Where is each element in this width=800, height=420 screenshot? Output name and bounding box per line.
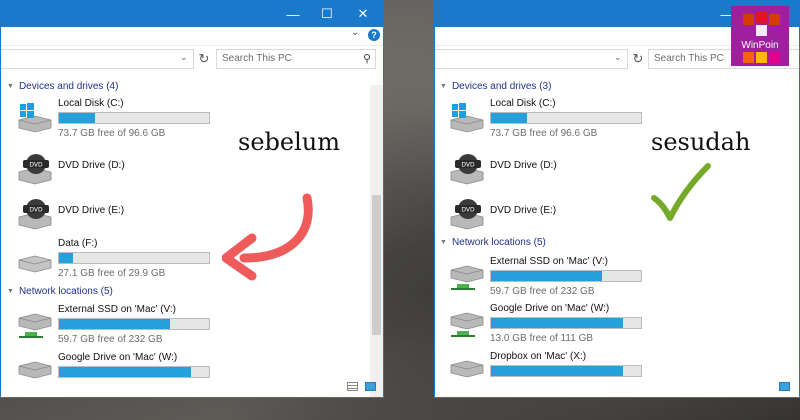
network-item-w[interactable]: Google Drive on 'Mac' (W:) 13.0 GB free …: [449, 303, 649, 347]
hard-drive-icon: [18, 255, 52, 273]
usage-bar: [58, 366, 210, 378]
section-network-locations[interactable]: ▼ Network locations (5): [7, 286, 367, 297]
chevron-down-icon: ▼: [7, 288, 14, 295]
windows-drive-icon: [18, 103, 52, 133]
section-title: Network locations (5): [451, 237, 546, 248]
network-item-w[interactable]: Google Drive on 'Mac' (W:): [17, 352, 217, 396]
drive-item-e[interactable]: DVD DVD Drive (E:): [17, 195, 217, 239]
large-icons-view-icon[interactable]: [779, 382, 790, 391]
network-drive-icon: [18, 313, 52, 338]
drive-item-c[interactable]: Local Disk (C:) 73.7 GB free of 96.6 GB: [449, 98, 649, 142]
usage-bar: [490, 365, 642, 377]
windows-drive-icon: [450, 103, 484, 133]
drive-name: Local Disk (C:): [490, 98, 556, 109]
dvd-drive-icon: DVD: [450, 154, 484, 185]
drive-item-f[interactable]: Data (F:) 27.1 GB free of 29.9 GB: [17, 238, 217, 282]
details-view-icon[interactable]: [347, 382, 358, 391]
search-placeholder: Search This PC: [222, 53, 292, 64]
usage-bar: [490, 112, 642, 124]
section-title: Network locations (5): [18, 286, 113, 297]
drive-name: DVD Drive (E:): [58, 205, 125, 216]
logo-text: WinPoin: [741, 40, 779, 51]
section-title: Devices and drives (4): [18, 81, 119, 92]
annotation-before-label: sebelum: [238, 128, 340, 156]
free-space: 13.0 GB free of 111 GB: [490, 333, 594, 344]
search-icon: ⚲: [362, 53, 371, 65]
search-input[interactable]: Search This PC ⚲: [216, 49, 376, 69]
winpoin-logo: WinPoin: [731, 6, 789, 66]
drive-item-d[interactable]: DVD DVD Drive (D:): [17, 150, 217, 194]
search-placeholder: Search This PC: [654, 53, 724, 64]
title-bar[interactable]: — ☐ ✕: [1, 1, 383, 27]
section-title: Devices and drives (3): [451, 81, 552, 92]
scrollbar-thumb[interactable]: [372, 195, 381, 335]
network-item-v[interactable]: External SSD on 'Mac' (V:) 59.7 GB free …: [449, 256, 649, 300]
refresh-icon[interactable]: ↻: [195, 49, 213, 69]
svg-text:DVD: DVD: [461, 207, 475, 214]
drive-name: Data (F:): [58, 238, 98, 249]
dvd-drive-icon: DVD: [18, 154, 52, 185]
drive-name: Google Drive on 'Mac' (W:): [490, 303, 610, 314]
drive-name: DVD Drive (D:): [58, 160, 125, 171]
svg-text:DVD: DVD: [461, 162, 475, 169]
drive-item-d[interactable]: DVD DVD Drive (D:): [449, 150, 649, 194]
section-devices-and-drives[interactable]: ▼ Devices and drives (3): [440, 81, 795, 92]
address-dropdown-icon[interactable]: ⌄: [180, 52, 188, 63]
free-space: 73.7 GB free of 96.6 GB: [490, 128, 598, 139]
minimize-button[interactable]: —: [276, 1, 310, 27]
network-item-v[interactable]: External SSD on 'Mac' (V:) 59.7 GB free …: [17, 304, 217, 348]
red-arrow-icon: [222, 193, 313, 281]
network-drive-icon: [450, 312, 484, 337]
address-bar[interactable]: ⌄: [1, 49, 194, 69]
drive-name: Local Disk (C:): [58, 98, 124, 109]
explorer-window-before: — ☐ ✕ ⌄ ? ⌄ ↻ Search This PC ⚲ ▼ Devices…: [0, 0, 384, 398]
section-network-locations[interactable]: ▼ Network locations (5): [440, 237, 795, 248]
section-devices-and-drives[interactable]: ▼ Devices and drives (4): [7, 81, 367, 92]
drive-item-e[interactable]: DVD DVD Drive (E:): [449, 195, 649, 239]
free-space: 27.1 GB free of 29.9 GB: [58, 268, 166, 279]
dvd-drive-icon: DVD: [18, 199, 52, 230]
drive-name: External SSD on 'Mac' (V:): [490, 256, 608, 267]
usage-bar: [490, 317, 642, 329]
network-drive-icon: [450, 265, 484, 290]
drive-name: Google Drive on 'Mac' (W:): [58, 352, 178, 363]
usage-bar: [490, 270, 642, 282]
drive-name: External SSD on 'Mac' (V:): [58, 304, 176, 315]
network-drive-icon: [450, 360, 484, 378]
annotation-after-label: sesudah: [651, 128, 751, 156]
chevron-down-icon: ▼: [7, 83, 14, 90]
network-item-x[interactable]: Dropbox on 'Mac' (X:): [449, 351, 649, 395]
usage-bar: [58, 318, 210, 330]
free-space: 59.7 GB free of 232 GB: [58, 334, 163, 345]
free-space: 59.7 GB free of 232 GB: [490, 286, 595, 297]
usage-bar: [58, 252, 210, 264]
address-dropdown-icon[interactable]: ⌄: [614, 52, 622, 63]
drive-name: DVD Drive (D:): [490, 160, 557, 171]
ribbon-expand-icon[interactable]: ⌄: [351, 27, 359, 38]
svg-text:DVD: DVD: [29, 207, 43, 214]
green-checkmark-icon: [651, 163, 711, 221]
network-drive-icon: [18, 361, 52, 379]
maximize-button[interactable]: ☐: [310, 1, 344, 27]
close-button[interactable]: ✕: [346, 1, 380, 27]
free-space: 73.7 GB free of 96.6 GB: [58, 128, 166, 139]
help-icon[interactable]: ?: [368, 29, 380, 41]
drive-name: Dropbox on 'Mac' (X:): [490, 351, 587, 362]
chevron-down-icon: ▼: [440, 239, 447, 246]
chevron-down-icon: ▼: [440, 83, 447, 90]
ribbon-bar: ⌄ ?: [1, 27, 383, 46]
refresh-icon[interactable]: ↻: [629, 49, 647, 69]
drive-item-c[interactable]: Local Disk (C:) 73.7 GB free of 96.6 GB: [17, 98, 217, 142]
large-icons-view-icon[interactable]: [365, 382, 376, 391]
dvd-drive-icon: DVD: [450, 199, 484, 230]
vertical-scrollbar[interactable]: [370, 85, 383, 397]
drive-name: DVD Drive (E:): [490, 205, 557, 216]
usage-bar: [58, 112, 210, 124]
svg-text:DVD: DVD: [29, 162, 43, 169]
address-bar[interactable]: ⌄: [435, 49, 628, 69]
